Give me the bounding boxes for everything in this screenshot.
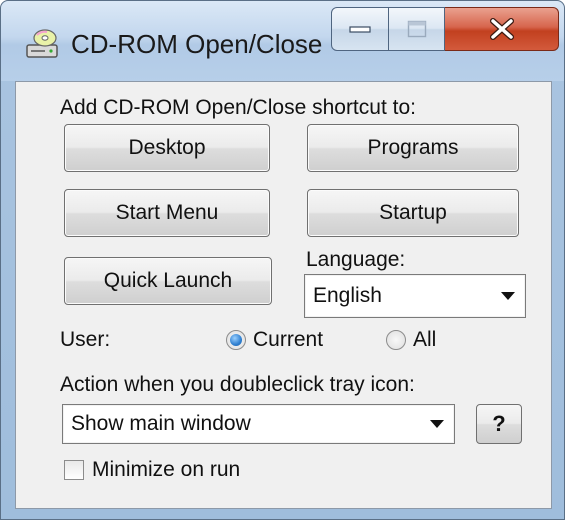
user-current-label[interactable]: Current (253, 328, 323, 352)
programs-button[interactable]: Programs (307, 124, 519, 172)
action-select[interactable]: Show main window (62, 404, 455, 444)
help-button[interactable]: ? (476, 404, 522, 444)
chevron-down-icon (501, 292, 515, 300)
cd-drive-icon (26, 29, 58, 58)
close-button[interactable] (445, 7, 559, 51)
startup-button[interactable]: Startup (307, 189, 519, 237)
start-menu-button[interactable]: Start Menu (64, 189, 270, 237)
desktop-button[interactable]: Desktop (64, 124, 270, 172)
language-value: English (313, 284, 382, 307)
user-current-radio[interactable] (226, 330, 246, 350)
minimize-on-run-checkbox[interactable] (64, 460, 84, 480)
app-window: CD-ROM Open/Close Add CD-ROM Open/Close … (0, 0, 565, 520)
action-label: Action when you doubleclick tray icon: (60, 373, 415, 396)
shortcut-label: Add CD-ROM Open/Close shortcut to: (60, 96, 416, 119)
user-all-radio[interactable] (386, 330, 406, 350)
minimize-icon (349, 26, 371, 33)
chevron-down-icon (430, 420, 444, 428)
minimize-on-run-label[interactable]: Minimize on run (92, 458, 240, 482)
dialog-body: Add CD-ROM Open/Close shortcut to: Deskt… (15, 81, 552, 509)
language-label: Language: (306, 248, 406, 271)
close-icon (489, 18, 514, 40)
action-value: Show main window (71, 412, 251, 435)
user-all-label[interactable]: All (413, 328, 436, 352)
quick-launch-button[interactable]: Quick Launch (64, 257, 272, 305)
language-select[interactable]: English (304, 274, 526, 318)
caption-buttons (331, 7, 559, 51)
maximize-icon (407, 20, 426, 38)
title-bar[interactable]: CD-ROM Open/Close (1, 1, 564, 81)
minimize-button[interactable] (331, 7, 389, 51)
user-label: User: (60, 328, 111, 351)
maximize-button[interactable] (389, 7, 445, 51)
window-title: CD-ROM Open/Close (71, 29, 323, 59)
